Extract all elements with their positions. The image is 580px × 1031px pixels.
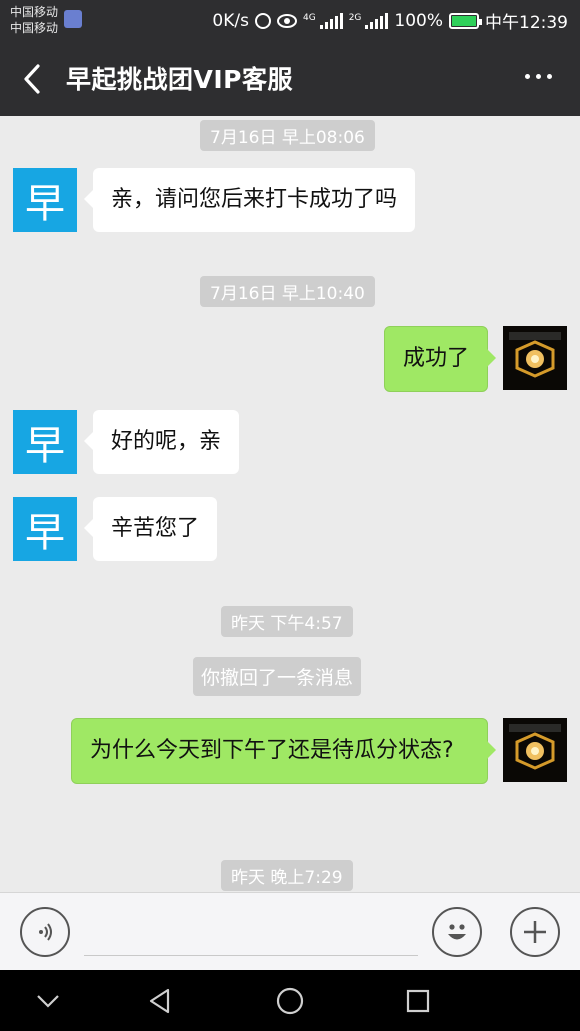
input-bar	[0, 892, 580, 970]
signal-icon-sim2: 2G	[348, 12, 389, 29]
status-bar: 中国移动 中国移动 0K/s 4G 2G 100% 中午12:39	[0, 0, 580, 40]
home-circle-icon[interactable]	[250, 970, 330, 1031]
smiley-icon[interactable]	[432, 907, 482, 957]
timestamp: 昨天 晚上7:29	[221, 860, 353, 891]
message-bubble-outgoing[interactable]: 为什么今天到下午了还是待瓜分状态?	[71, 718, 496, 784]
battery-icon	[449, 12, 482, 29]
eye-icon	[276, 13, 297, 28]
battery-percent: 100%	[394, 10, 443, 31]
message-bubble-incoming[interactable]: 好的呢，亲	[83, 410, 240, 474]
voice-icon[interactable]	[20, 907, 70, 957]
voice-wave-glyph	[39, 923, 52, 941]
clock: 中午12:39	[485, 13, 568, 33]
user-avatar-image	[503, 718, 567, 782]
signal-icon-sim1: 4G	[302, 12, 343, 29]
message-bubble-incoming[interactable]: 辛苦您了	[83, 497, 218, 561]
app-notification-icon	[64, 10, 82, 28]
battery-fill	[452, 15, 476, 26]
user-avatar[interactable]	[503, 326, 567, 390]
carrier-labels: 中国移动 中国移动	[10, 4, 58, 36]
system-nav-bar	[0, 970, 580, 1031]
chevron-down-icon[interactable]	[8, 970, 88, 1031]
alarm-icon	[254, 12, 271, 29]
carrier-1: 中国移动	[10, 5, 59, 19]
user-avatar-image	[503, 326, 567, 390]
timestamp: 7月16日 早上10:40	[200, 276, 375, 307]
chat-title: 早起挑战团VIP客服	[66, 65, 293, 94]
status-indicators: 0K/s 4G 2G 100% 中午12:39	[212, 8, 568, 34]
user-avatar[interactable]	[503, 718, 567, 782]
plus-icon[interactable]	[510, 907, 560, 957]
title-bar: 早起挑战团VIP客服	[0, 40, 580, 116]
avatar-char: 早	[25, 181, 65, 227]
back-triangle-icon[interactable]	[120, 970, 200, 1031]
recents-square-icon[interactable]	[378, 970, 458, 1031]
message-bubble-incoming[interactable]: 亲，请问您后来打卡成功了吗	[83, 168, 416, 232]
plus-glyph	[524, 921, 546, 943]
avatar-char: 早	[25, 510, 65, 556]
message-input[interactable]	[84, 955, 418, 956]
system-notice-recalled: 你撤回了一条消息	[193, 657, 362, 696]
more-dots-icon[interactable]	[525, 74, 552, 79]
contact-avatar[interactable]: 早	[13, 168, 77, 232]
message-bubble-outgoing[interactable]: 成功了	[383, 326, 497, 392]
chat-area[interactable]: 7月16日 早上08:06 早 亲，请问您后来打卡成功了吗 7月16日 早上10…	[0, 116, 580, 892]
timestamp: 7月16日 早上08:06	[200, 120, 375, 151]
timestamp: 昨天 下午4:57	[221, 606, 353, 637]
contact-avatar[interactable]: 早	[13, 497, 77, 561]
contact-avatar[interactable]: 早	[13, 410, 77, 474]
carrier-2: 中国移动	[10, 21, 59, 35]
chevron-left-icon[interactable]	[18, 62, 48, 96]
avatar-char: 早	[25, 423, 65, 469]
net-speed: 0K/s	[212, 10, 249, 31]
smiley-glyph	[448, 924, 466, 940]
sim2-network-tag: 2G	[348, 12, 362, 23]
sim1-network-tag: 4G	[302, 12, 316, 23]
